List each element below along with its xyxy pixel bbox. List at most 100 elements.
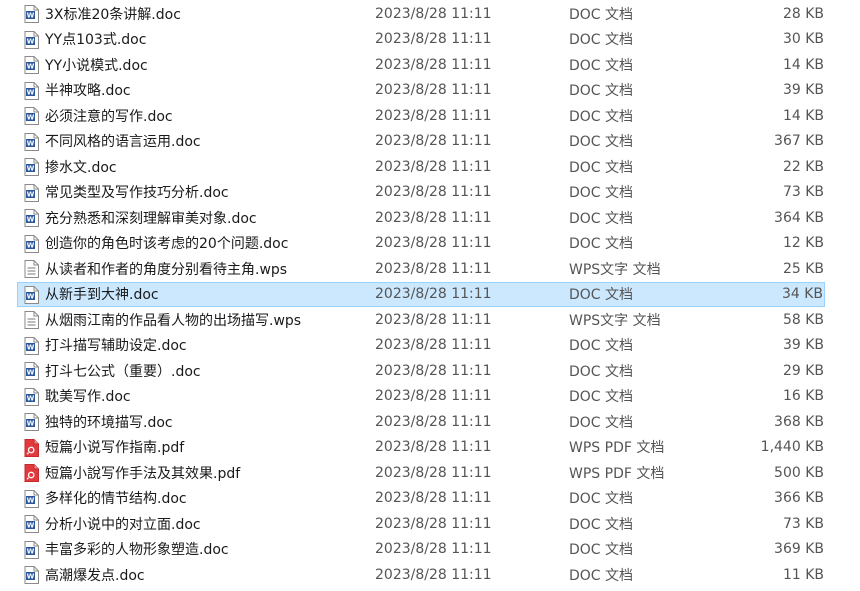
svg-text:W: W xyxy=(27,369,35,377)
file-size: 28 KB xyxy=(782,5,824,22)
file-type: DOC 文档 xyxy=(569,236,634,253)
file-size: 34 KB xyxy=(781,286,823,303)
file-size: 29 KB xyxy=(782,362,824,379)
word-doc-icon: W xyxy=(24,5,39,23)
file-row[interactable]: W 多样化的情节结构.doc 2023/8/28 11:11 DOC 文档 366 KB xyxy=(0,486,860,512)
word-doc-icon: W xyxy=(24,489,39,508)
word-doc-icon: W xyxy=(24,132,39,151)
word-doc-icon: W xyxy=(24,540,39,559)
file-row[interactable]: W 丰富多彩的人物形象塑造.doc 2023/8/28 11:11 DOC 文档 369… xyxy=(0,537,860,563)
file-name: 丰富多彩的人物形象塑造.doc xyxy=(45,542,229,559)
file-row[interactable]: 从烟雨江南的作品看人物的出场描写.wps 2023/8/28 11:11 WPS文字… xyxy=(0,307,860,333)
file-date-modified: 2023/8/28 11:11 xyxy=(375,515,492,532)
file-date-modified: 2023/8/28 11:11 xyxy=(375,388,492,405)
file-row[interactable]: W 耽美写作.doc 2023/8/28 11:11 DOC 文档 16 KB xyxy=(0,384,860,410)
file-type: DOC 文档 xyxy=(569,414,634,431)
file-name: 充分熟悉和深刻理解审美对象.doc xyxy=(45,210,257,227)
file-row[interactable]: W 不同风格的语言运用.doc 2023/8/28 11:11 DOC 文档 367 K… xyxy=(0,129,860,155)
file-size: 16 KB xyxy=(782,388,824,405)
svg-text:W: W xyxy=(27,420,35,428)
pdf-icon xyxy=(24,438,39,457)
file-type: DOC 文档 xyxy=(569,542,634,559)
file-type: WPS文字 文档 xyxy=(569,312,661,329)
file-name: 打斗描写辅助设定.doc xyxy=(45,338,187,355)
file-name: 不同风格的语言运用.doc xyxy=(45,134,201,151)
file-size: 22 KB xyxy=(782,158,824,175)
file-type: DOC 文档 xyxy=(569,287,634,304)
file-row[interactable]: W 充分熟悉和深刻理解审美对象.doc 2023/8/28 11:11 DOC 文档 3… xyxy=(0,205,860,231)
file-row[interactable]: W 打斗七公式（重要）.doc 2023/8/28 11:11 DOC 文档 29 KB xyxy=(0,358,860,384)
file-type: DOC 文档 xyxy=(569,108,634,125)
file-type: DOC 文档 xyxy=(569,83,634,100)
svg-text:W: W xyxy=(27,573,35,581)
svg-text:W: W xyxy=(27,522,35,530)
file-size: 12 KB xyxy=(782,235,824,252)
file-date-modified: 2023/8/28 11:11 xyxy=(375,337,492,354)
wps-doc-icon xyxy=(24,311,39,329)
file-date-modified: 2023/8/28 11:11 xyxy=(375,260,492,277)
file-size: 14 KB xyxy=(782,107,824,124)
file-row[interactable]: W 打斗描写辅助设定.doc 2023/8/28 11:11 DOC 文档 39 KB xyxy=(0,333,860,359)
file-row[interactable]: W 半神攻略.doc 2023/8/28 11:11 DOC 文档 39 KB xyxy=(0,78,860,104)
svg-text:W: W xyxy=(27,343,35,351)
file-row[interactable]: 短篇小说写作指南.pdf 2023/8/28 11:11 WPS PDF 文档 1,4… xyxy=(0,435,860,461)
file-row[interactable]: W 必须注意的写作.doc 2023/8/28 11:11 DOC 文档 14 KB xyxy=(0,103,860,129)
file-type: WPS PDF 文档 xyxy=(569,465,665,482)
word-doc-icon: W xyxy=(24,362,39,380)
file-row[interactable]: W 独特的环境描写.doc 2023/8/28 11:11 DOC 文档 368 KB xyxy=(0,409,860,435)
word-doc-icon: W xyxy=(24,56,39,74)
file-type: DOC 文档 xyxy=(569,363,634,380)
file-row[interactable]: W 创造你的角色时该考虑的20个问题.doc 2023/8/28 11:11 DOC … xyxy=(0,231,860,257)
file-name: 多样化的情节结构.doc xyxy=(45,491,187,508)
file-type: DOC 文档 xyxy=(569,491,634,508)
file-name: YY小说模式.doc xyxy=(45,57,148,74)
svg-text:W: W xyxy=(27,165,35,173)
file-list: W 3X标准20条讲解.doc 2023/8/28 11:11 DOC 文档 28 KB… xyxy=(0,0,860,591)
file-row[interactable]: W 从新手到大神.doc 2023/8/28 11:11 DOC 文档 34 KB xyxy=(17,281,825,307)
file-size: 11 KB xyxy=(782,566,824,583)
file-name: 高潮爆发点.doc xyxy=(45,567,145,584)
file-size: 58 KB xyxy=(782,311,824,328)
file-row[interactable]: W 分析小说中的对立面.doc 2023/8/28 11:11 DOC 文档 73 KB xyxy=(0,511,860,537)
file-date-modified: 2023/8/28 11:11 xyxy=(375,286,492,303)
file-row[interactable]: W YY小说模式.doc 2023/8/28 11:11 DOC 文档 14 KB xyxy=(0,52,860,78)
file-size: 14 KB xyxy=(782,56,824,73)
file-row[interactable]: 从读者和作者的角度分别看待主角.wps 2023/8/28 11:11 WPS文字 … xyxy=(0,256,860,282)
file-date-modified: 2023/8/28 11:11 xyxy=(375,133,492,150)
svg-text:W: W xyxy=(27,292,35,300)
file-date-modified: 2023/8/28 11:11 xyxy=(375,56,492,73)
file-name: 短篇小说写作指南.pdf xyxy=(45,440,185,457)
file-type: DOC 文档 xyxy=(569,32,634,49)
file-type: DOC 文档 xyxy=(569,185,634,202)
file-size: 39 KB xyxy=(782,82,824,99)
file-size: 73 KB xyxy=(782,515,824,532)
word-doc-icon: W xyxy=(24,566,39,584)
file-date-modified: 2023/8/28 11:11 xyxy=(375,107,492,124)
svg-text:W: W xyxy=(27,139,35,147)
file-row[interactable]: W 高潮爆发点.doc 2023/8/28 11:11 DOC 文档 11 KB xyxy=(0,562,860,588)
file-size: 73 KB xyxy=(782,184,824,201)
file-row[interactable]: W YY点103式.doc 2023/8/28 11:11 DOC 文档 30 KB xyxy=(0,27,860,53)
file-date-modified: 2023/8/28 11:11 xyxy=(375,490,492,507)
file-type: DOC 文档 xyxy=(569,338,634,355)
file-size: 368 KB xyxy=(774,413,824,430)
pdf-icon xyxy=(24,464,39,482)
word-doc-icon: W xyxy=(24,336,39,355)
file-date-modified: 2023/8/28 11:11 xyxy=(375,158,492,175)
svg-text:W: W xyxy=(27,37,35,45)
file-row[interactable]: W 掺水文.doc 2023/8/28 11:11 DOC 文档 22 KB xyxy=(0,154,860,180)
file-row[interactable]: W 3X标准20条讲解.doc 2023/8/28 11:11 DOC 文档 28 KB xyxy=(0,1,860,27)
file-date-modified: 2023/8/28 11:11 xyxy=(375,541,492,558)
file-name: 从新手到大神.doc xyxy=(45,287,159,304)
file-date-modified: 2023/8/28 11:11 xyxy=(375,413,492,430)
file-type: DOC 文档 xyxy=(569,516,634,533)
file-row[interactable]: 短篇小說写作手法及其效果.pdf 2023/8/28 11:11 WPS PDF 文… xyxy=(0,460,860,486)
file-date-modified: 2023/8/28 11:11 xyxy=(375,464,492,481)
word-doc-icon: W xyxy=(24,285,39,304)
file-type: DOC 文档 xyxy=(569,6,634,23)
file-size: 1,440 KB xyxy=(760,439,824,456)
word-doc-icon: W xyxy=(24,413,39,431)
wps-doc-icon xyxy=(24,260,39,278)
file-row[interactable]: W 常见类型及写作技巧分析.doc 2023/8/28 11:11 DOC 文档 73 … xyxy=(0,180,860,206)
file-type: DOC 文档 xyxy=(569,57,634,74)
